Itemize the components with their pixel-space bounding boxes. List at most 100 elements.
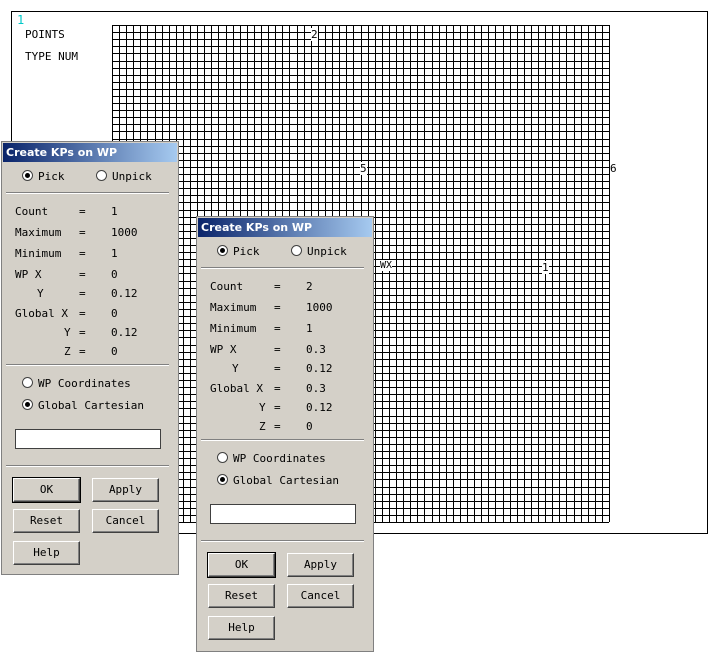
dialog-title[interactable]: Create KPs on WP	[198, 218, 372, 237]
pick-label: Pick	[233, 245, 260, 258]
radio-empty-icon	[22, 377, 33, 388]
info-value: 1000	[111, 226, 138, 239]
info-value: 0	[306, 420, 313, 433]
separator	[201, 267, 364, 269]
equals-sign: =	[79, 307, 86, 320]
radio-empty-icon	[96, 170, 107, 181]
unpick-radio[interactable]: Unpick	[96, 170, 152, 183]
info-value: 0	[111, 268, 118, 281]
info-value: 1	[306, 322, 313, 335]
ok-button[interactable]: OK	[207, 552, 276, 578]
global-cartesian-radio[interactable]: Global Cartesian	[217, 474, 339, 487]
pick-radio[interactable]: Pick	[22, 170, 65, 183]
pick-list-input[interactable]	[15, 429, 161, 449]
info-label: Y	[259, 401, 266, 414]
info-label: Global X	[15, 307, 68, 320]
info-label: Y	[64, 326, 71, 339]
pick-label: Pick	[38, 170, 65, 183]
info-label: Maximum	[210, 301, 257, 314]
info-label: Global X	[210, 382, 263, 395]
label-type-num: TYPE NUM	[25, 50, 78, 63]
equals-sign: =	[274, 382, 281, 395]
separator	[6, 192, 169, 194]
wp-coordinates-radio[interactable]: WP Coordinates	[217, 452, 326, 465]
equals-sign: =	[274, 301, 281, 314]
info-value: 0.12	[111, 287, 138, 300]
info-label: Y	[37, 287, 44, 300]
workplane-marker: WX	[380, 260, 393, 271]
info-label: WP X	[210, 343, 237, 356]
help-button[interactable]: Help	[208, 616, 275, 640]
info-label: Y	[232, 362, 239, 375]
separator	[6, 465, 169, 467]
equals-sign: =	[79, 326, 86, 339]
apply-button[interactable]: Apply	[92, 478, 159, 502]
info-value: 0.12	[306, 401, 333, 414]
cancel-button[interactable]: Cancel	[287, 584, 354, 608]
equals-sign: =	[274, 280, 281, 293]
unpick-label: Unpick	[112, 170, 152, 183]
pick-list-input[interactable]	[210, 504, 356, 524]
radio-empty-icon	[217, 452, 228, 463]
equals-sign: =	[79, 247, 86, 260]
info-value: 0	[111, 345, 118, 358]
info-label: Z	[259, 420, 266, 433]
help-button[interactable]: Help	[13, 541, 80, 565]
label-points: POINTS	[25, 28, 65, 41]
equals-sign: =	[79, 345, 86, 358]
equals-sign: =	[79, 205, 86, 218]
info-value: 1000	[306, 301, 333, 314]
info-value: 1	[111, 247, 118, 260]
cancel-button[interactable]: Cancel	[92, 509, 159, 533]
global-cartesian-radio[interactable]: Global Cartesian	[22, 399, 144, 412]
wp-coordinates-radio[interactable]: WP Coordinates	[22, 377, 131, 390]
unpick-label: Unpick	[307, 245, 347, 258]
window-number: 1	[17, 13, 25, 27]
radio-selected-icon	[217, 245, 228, 256]
equals-sign: =	[274, 362, 281, 375]
info-value: 0.12	[111, 326, 138, 339]
info-label: WP X	[15, 268, 42, 281]
info-value: 0.3	[306, 343, 326, 356]
radio-selected-icon	[217, 474, 228, 485]
equals-sign: =	[274, 420, 281, 433]
keypoint-label-2: 2	[311, 28, 318, 41]
separator	[201, 439, 364, 441]
separator	[201, 540, 364, 542]
info-value: 0.3	[306, 382, 326, 395]
ok-button[interactable]: OK	[12, 477, 81, 503]
radio-selected-icon	[22, 170, 33, 181]
unpick-radio[interactable]: Unpick	[291, 245, 347, 258]
keypoint-label-1: 1	[542, 261, 549, 274]
equals-sign: =	[274, 401, 281, 414]
equals-sign: =	[274, 343, 281, 356]
create-kps-dialog-2: Create KPs on WP Pick Unpick Count = 2 Maximum…	[196, 216, 374, 652]
global-cartesian-label: Global Cartesian	[38, 399, 144, 412]
keypoint-label-6: 6	[610, 162, 617, 175]
reset-button[interactable]: Reset	[13, 509, 80, 533]
info-label: Maximum	[15, 226, 62, 239]
info-label: Z	[64, 345, 71, 358]
equals-sign: =	[274, 322, 281, 335]
info-value: 2	[306, 280, 313, 293]
equals-sign: =	[79, 287, 86, 300]
info-label: Minimum	[210, 322, 257, 335]
equals-sign: =	[79, 268, 86, 281]
info-label: Count	[210, 280, 244, 293]
dialog-title[interactable]: Create KPs on WP	[3, 143, 177, 162]
radio-selected-icon	[22, 399, 33, 410]
radio-empty-icon	[291, 245, 302, 256]
info-value: 0.12	[306, 362, 333, 375]
global-cartesian-label: Global Cartesian	[233, 474, 339, 487]
wp-coordinates-label: WP Coordinates	[38, 377, 131, 390]
pick-radio[interactable]: Pick	[217, 245, 260, 258]
wp-coordinates-label: WP Coordinates	[233, 452, 326, 465]
info-value: 0	[111, 307, 118, 320]
create-kps-dialog-1: Create KPs on WP Pick Unpick Count = 1 Maximum…	[1, 141, 179, 575]
info-label: Count	[15, 205, 49, 218]
keypoint-label-5: 5	[360, 162, 367, 175]
info-value: 1	[111, 205, 118, 218]
reset-button[interactable]: Reset	[208, 584, 275, 608]
separator	[6, 364, 169, 366]
apply-button[interactable]: Apply	[287, 553, 354, 577]
